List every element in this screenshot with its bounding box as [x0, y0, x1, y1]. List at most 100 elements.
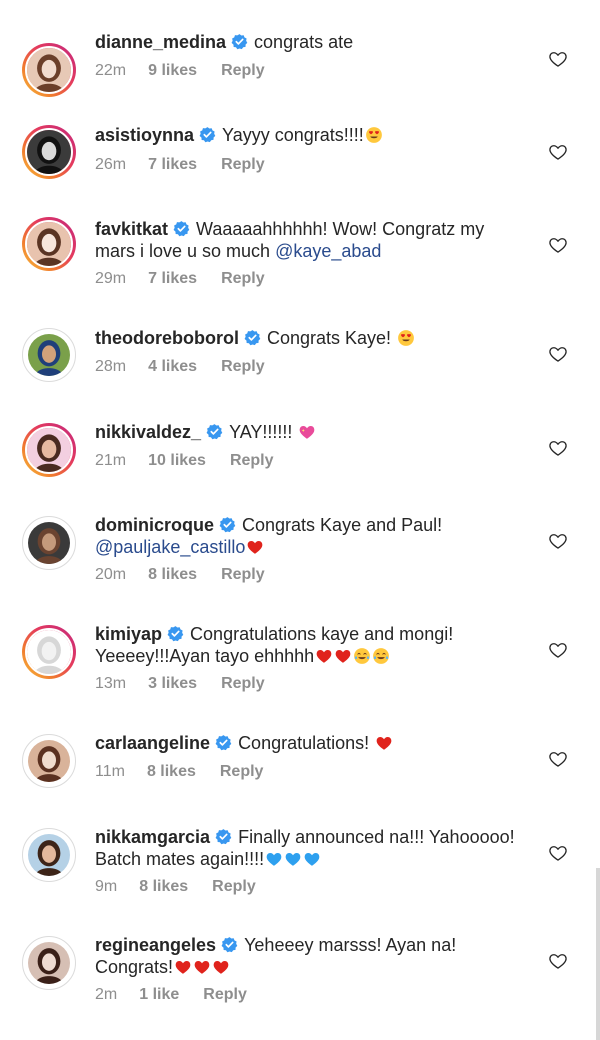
verified-badge-icon [167, 625, 184, 642]
comment-meta: 28m 4 likes Reply [95, 358, 265, 376]
comment-line: carlaangeline Congratulations! [95, 732, 540, 754]
username-link[interactable]: dominicroque [95, 515, 214, 535]
avatar-image [26, 332, 72, 378]
verified-badge-icon [219, 516, 236, 533]
timestamp: 29m [95, 270, 127, 287]
avatar-image [26, 738, 72, 784]
comment-line: regineangeles Yeheeey marsss! Ayan na! [95, 934, 540, 956]
comment-meta: 20m 8 likes Reply [95, 566, 265, 584]
red-heart-icon [212, 958, 230, 976]
verified-badge-icon [173, 220, 190, 237]
mention-link[interactable]: @pauljake_castillo [95, 537, 245, 557]
tears-of-joy-icon [372, 647, 390, 665]
mention-link[interactable]: @kaye_abad [275, 241, 381, 261]
reply-button[interactable]: Reply [212, 878, 256, 896]
timestamp: 2m [95, 986, 118, 1003]
likes-count[interactable]: 3 likes [148, 675, 197, 693]
comment-line: dianne_medina congrats ate [95, 31, 540, 53]
likes-count[interactable]: 8 likes [147, 763, 196, 781]
comment-text: nikkamgarcia Finally announced na!!! Yah… [95, 826, 540, 870]
comment-message: Waaaaahhhhhh! Wow! Congratz my [196, 219, 485, 239]
likes-count[interactable]: 7 likes [148, 270, 197, 288]
username-link[interactable]: carlaangeline [95, 733, 210, 753]
like-heart-icon[interactable] [548, 344, 568, 364]
like-heart-icon[interactable] [548, 749, 568, 769]
username-link[interactable]: favkitkat [95, 219, 168, 239]
like-heart-icon[interactable] [548, 235, 568, 255]
comment-message: Finally announced na!!! Yahooooo! [238, 827, 515, 847]
likes-count[interactable]: 9 likes [148, 62, 197, 80]
reply-button[interactable]: Reply [221, 156, 265, 174]
avatar[interactable] [22, 423, 76, 477]
verified-badge-icon [199, 126, 216, 143]
comment-message: Congrats Kaye! [266, 328, 397, 348]
avatar[interactable] [22, 217, 76, 271]
like-heart-icon[interactable] [548, 951, 568, 971]
comment-meta: 9m 8 likes Reply [95, 878, 256, 896]
avatar[interactable] [22, 125, 76, 179]
comments-list: dianne_medina congrats ate 22m 9 likes Repl… [0, 0, 600, 1040]
timestamp: 26m [95, 156, 127, 173]
username-link[interactable]: asistioynna [95, 125, 194, 145]
like-heart-icon[interactable] [548, 640, 568, 660]
comment-text: favkitkat Waaaaahhhhhh! Wow! Congratz my… [95, 218, 540, 262]
blue-heart-icon [303, 850, 321, 868]
sparkling-heart-icon [298, 423, 316, 441]
username-link[interactable]: nikkamgarcia [95, 827, 210, 847]
scrollbar[interactable] [596, 868, 600, 1040]
username-link[interactable]: theodoreboborol [95, 328, 239, 348]
comment-meta: 26m 7 likes Reply [95, 156, 265, 174]
avatar[interactable] [22, 625, 76, 679]
likes-count[interactable]: 1 like [139, 986, 179, 1004]
likes-count[interactable]: 8 likes [148, 566, 197, 584]
comment-line: mars i love u so much @kaye_abad [95, 240, 540, 262]
like-heart-icon[interactable] [548, 142, 568, 162]
reply-button[interactable]: Reply [221, 62, 265, 80]
comment-meta: 29m 7 likes Reply [95, 270, 265, 288]
avatar-image [25, 128, 73, 176]
verified-badge-icon [215, 828, 232, 845]
like-heart-icon[interactable] [548, 49, 568, 69]
avatar[interactable] [22, 43, 76, 97]
reply-button[interactable]: Reply [221, 566, 265, 584]
comment-message: Yeheeey marsss! Ayan na! [244, 935, 457, 955]
comment-text: theodoreboborol Congrats Kaye! [95, 327, 540, 349]
username-link[interactable]: nikkivaldez_ [95, 422, 201, 442]
avatar[interactable] [22, 936, 76, 990]
smiling-heart-eyes-icon [397, 329, 415, 347]
avatar-image [25, 426, 73, 474]
comment-text: asistioynna Yayyy congrats!!!! [95, 124, 540, 146]
username-link[interactable]: dianne_medina [95, 32, 226, 52]
verified-badge-icon [244, 329, 261, 346]
reply-button[interactable]: Reply [220, 763, 264, 781]
likes-count[interactable]: 10 likes [148, 452, 206, 470]
comment-text: carlaangeline Congratulations! [95, 732, 540, 754]
red-heart-icon [193, 958, 211, 976]
likes-count[interactable]: 4 likes [148, 358, 197, 376]
like-heart-icon[interactable] [548, 438, 568, 458]
likes-count[interactable]: 7 likes [148, 156, 197, 174]
like-heart-icon[interactable] [548, 843, 568, 863]
username-link[interactable]: regineangeles [95, 935, 216, 955]
reply-button[interactable]: Reply [221, 675, 265, 693]
reply-button[interactable]: Reply [230, 452, 274, 470]
reply-button[interactable]: Reply [221, 358, 265, 376]
red-heart-icon [246, 538, 264, 556]
avatar[interactable] [22, 516, 76, 570]
avatar-image [25, 628, 73, 676]
timestamp: 22m [95, 62, 127, 79]
reply-button[interactable]: Reply [221, 270, 265, 288]
avatar[interactable] [22, 734, 76, 788]
comment-line: favkitkat Waaaaahhhhhh! Wow! Congratz my [95, 218, 540, 240]
username-link[interactable]: kimiyap [95, 624, 162, 644]
likes-count[interactable]: 8 likes [139, 878, 188, 896]
timestamp: 11m [95, 763, 125, 780]
comment-line: asistioynna Yayyy congrats!!!! [95, 124, 540, 146]
comment-meta: 22m 9 likes Reply [95, 62, 265, 80]
comment-text: kimiyap Congratulations kaye and mongi! Y… [95, 623, 540, 667]
avatar[interactable] [22, 328, 76, 382]
avatar[interactable] [22, 828, 76, 882]
reply-button[interactable]: Reply [203, 986, 247, 1004]
comment-message: Yeeeey!!!Ayan tayo ehhhhh [95, 646, 315, 666]
like-heart-icon[interactable] [548, 531, 568, 551]
